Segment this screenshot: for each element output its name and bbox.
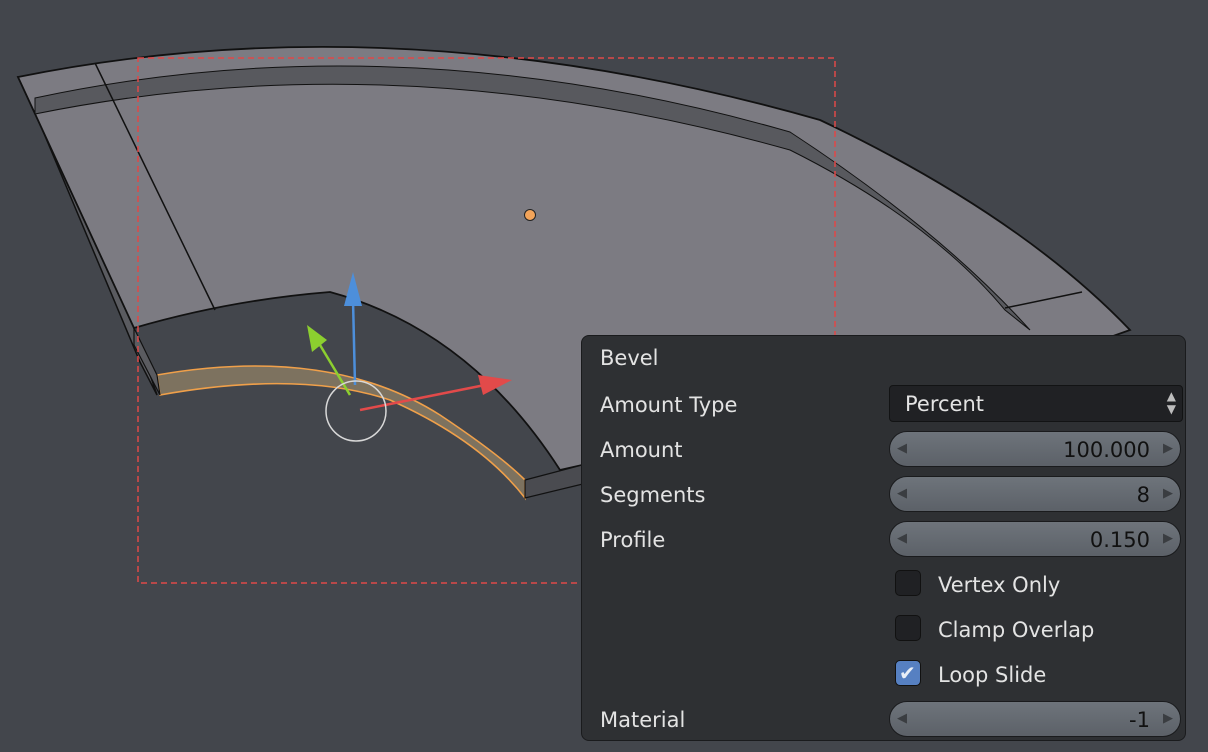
gizmo-z-axis[interactable] [351, 299, 357, 386]
clamp-overlap-label[interactable]: Clamp Overlap [938, 618, 1094, 642]
profile-label: Profile [600, 528, 666, 552]
segments-field[interactable]: ◀ 8 ▶ [889, 476, 1181, 512]
decrement-arrow-icon[interactable]: ◀ [894, 484, 910, 504]
increment-arrow-icon[interactable]: ▶ [1160, 709, 1176, 729]
amount-type-value: Percent [905, 392, 985, 416]
updown-arrows-icon: ▲ ▼ [1166, 389, 1176, 416]
material-value: -1 [1129, 708, 1150, 732]
object-origin[interactable] [524, 209, 536, 221]
panel-title: Bevel [600, 346, 659, 370]
segments-value: 8 [1136, 483, 1150, 507]
amount-label: Amount [600, 438, 683, 462]
clamp-overlap-checkbox[interactable] [895, 615, 921, 641]
segments-label: Segments [600, 483, 706, 507]
amount-type-dropdown[interactable]: Percent ▲ ▼ [889, 385, 1183, 422]
vertex-only-label[interactable]: Vertex Only [938, 573, 1060, 597]
bevel-operator-panel: Bevel Amount Type Percent ▲ ▼ Amount ◀ 10… [581, 335, 1186, 741]
amount-value: 100.000 [1063, 438, 1150, 462]
gizmo-y-arrow[interactable] [307, 325, 327, 352]
material-field[interactable]: ◀ -1 ▶ [889, 701, 1181, 737]
decrement-arrow-icon[interactable]: ◀ [894, 529, 910, 549]
amount-field[interactable]: ◀ 100.000 ▶ [889, 431, 1181, 467]
material-label: Material [600, 708, 686, 732]
checkmark-icon: ✔ [899, 661, 916, 685]
increment-arrow-icon[interactable]: ▶ [1160, 484, 1176, 504]
decrement-arrow-icon[interactable]: ◀ [894, 709, 910, 729]
loop-slide-checkbox[interactable]: ✔ [895, 660, 921, 686]
increment-arrow-icon[interactable]: ▶ [1160, 529, 1176, 549]
increment-arrow-icon[interactable]: ▶ [1160, 439, 1176, 459]
profile-field[interactable]: ◀ 0.150 ▶ [889, 521, 1181, 557]
profile-value: 0.150 [1089, 528, 1150, 552]
decrement-arrow-icon[interactable]: ◀ [894, 439, 910, 459]
loop-slide-label[interactable]: Loop Slide [938, 663, 1046, 687]
amount-type-label: Amount Type [600, 393, 738, 417]
vertex-only-checkbox[interactable] [895, 570, 921, 596]
